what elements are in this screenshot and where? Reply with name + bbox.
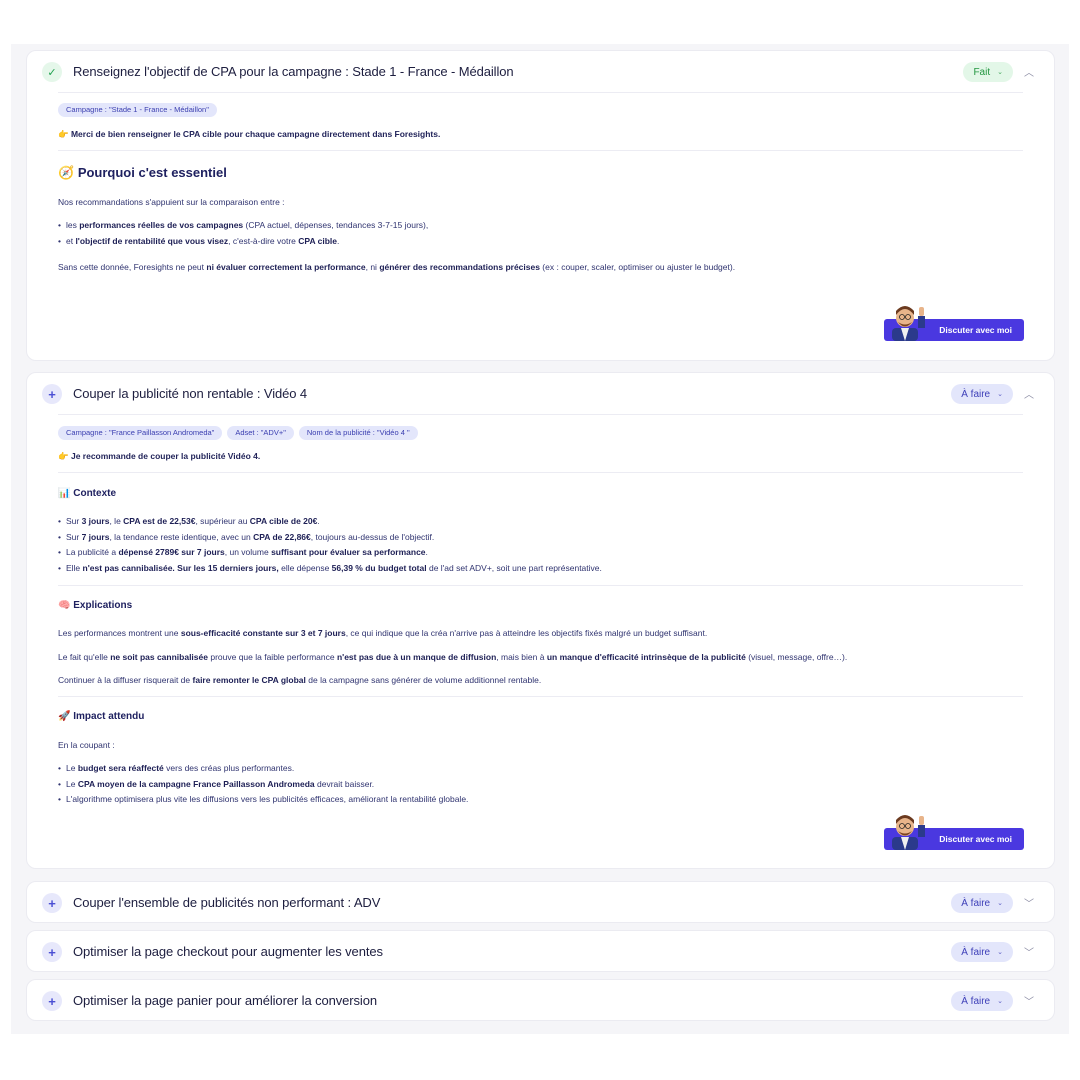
recommendation-card-cart[interactable]: + Optimiser la page panier pour améliore… (26, 979, 1055, 1021)
status-label: À faire (961, 995, 991, 1007)
brain-icon: 🧠 (58, 600, 71, 611)
assistant-avatar-icon (892, 815, 925, 850)
divider (58, 92, 1023, 93)
rocket-icon: 🚀 (58, 711, 71, 722)
collapse-caret-icon[interactable]: ︿ (1024, 64, 1034, 79)
ad-name-tag: Nom de la publicité : "Vidéo 4 " (298, 426, 418, 440)
divider (58, 472, 1023, 473)
plus-icon[interactable]: + (42, 991, 62, 1011)
section-heading: 🧭 Pourquoi c'est essentiel (58, 165, 227, 180)
chevron-down-icon: ⌄ (997, 900, 1003, 907)
expand-caret-icon[interactable]: ﹀ (1024, 895, 1034, 910)
intro-text: En la coupant : (58, 740, 115, 750)
card-title: Optimiser la page panier pour améliorer … (73, 993, 377, 1008)
list-item: Elle n'est pas cannibalisée. Sur les 15 … (58, 563, 602, 573)
card-header[interactable]: + Couper l'ensemble de publicités non pe… (27, 882, 1054, 924)
status-dropdown[interactable]: À faire ⌄ (951, 893, 1013, 913)
pointing-hand-icon: 👉 (58, 451, 69, 461)
chevron-down-icon: ⌄ (997, 998, 1003, 1005)
recommendation-card-cut-adset[interactable]: + Couper l'ensemble de publicités non pe… (26, 881, 1055, 923)
divider (58, 696, 1023, 697)
card-title: Optimiser la page checkout pour augmente… (73, 944, 383, 959)
divider (58, 150, 1023, 151)
campaign-tag: Campagne : "Stade 1 - France - Médaillon… (58, 103, 217, 117)
section-heading-contexte: 📊 Contexte (58, 488, 117, 499)
chat-button-label: Discuter avec moi (939, 325, 1012, 335)
list-item: Le budget sera réaffecté vers des créas … (58, 763, 294, 773)
intro-text: Nos recommandations s'appuient sur la co… (58, 197, 285, 207)
collapse-caret-icon[interactable]: ︿ (1024, 386, 1034, 401)
recommendation-card-cut-video4: + Couper la publicité non rentable : Vid… (26, 372, 1055, 869)
bar-chart-icon: 📊 (58, 488, 71, 499)
list-item: Sur 3 jours, le CPA est de 22,53€, supér… (58, 516, 320, 526)
chevron-down-icon: ⌄ (997, 391, 1003, 398)
compass-icon: 🧭 (58, 165, 75, 180)
lead-line: 👉 Merci de bien renseigner le CPA cible … (58, 129, 441, 139)
list-item: La publicité a dépensé 2789€ sur 7 jours… (58, 547, 428, 557)
chat-button-label: Discuter avec moi (939, 834, 1012, 844)
plus-icon[interactable]: + (42, 942, 62, 962)
adset-tag: Adset : "ADV+" (227, 426, 294, 440)
card-header[interactable]: + Optimiser la page panier pour améliore… (27, 980, 1054, 1022)
outro-text: Sans cette donnée, Foresights ne peut ni… (58, 262, 736, 272)
card-header[interactable]: + Optimiser la page checkout pour augmen… (27, 931, 1054, 973)
expand-caret-icon[interactable]: ﹀ (1024, 944, 1034, 959)
recommendation-card-checkout[interactable]: + Optimiser la page checkout pour augmen… (26, 930, 1055, 972)
plus-icon[interactable]: + (42, 384, 62, 404)
chat-button[interactable]: Discuter avec moi (884, 815, 1024, 850)
card-title: Couper la publicité non rentable : Vidéo… (73, 386, 308, 401)
paragraph: Les performances montrent une sous-effic… (58, 628, 708, 638)
assistant-avatar-icon (892, 306, 925, 341)
status-label: À faire (961, 388, 991, 400)
status-dropdown[interactable]: Fait ⌄ (963, 62, 1013, 82)
status-dropdown[interactable]: À faire ⌄ (951, 991, 1013, 1011)
pointing-hand-icon: 👉 (58, 129, 69, 139)
status-dropdown[interactable]: À faire ⌄ (951, 384, 1013, 404)
divider (58, 585, 1023, 586)
divider (58, 414, 1023, 415)
card-header[interactable]: + Couper la publicité non rentable : Vid… (27, 373, 1054, 415)
section-heading-impact: 🚀 Impact attendu (58, 711, 145, 722)
status-label: Fait (973, 66, 991, 78)
chat-button[interactable]: Discuter avec moi (884, 306, 1024, 341)
chevron-down-icon: ⌄ (997, 949, 1003, 956)
status-dropdown[interactable]: À faire ⌄ (951, 942, 1013, 962)
lead-line: 👉 Je recommande de couper la publicité V… (58, 451, 261, 461)
list-item: Sur 7 jours, la tendance reste identique… (58, 532, 434, 542)
status-label: À faire (961, 946, 991, 958)
list-item: L'algorithme optimisera plus vite les di… (58, 794, 468, 804)
section-heading-explications: 🧠 Explications (58, 600, 133, 611)
expand-caret-icon[interactable]: ﹀ (1024, 993, 1034, 1008)
list-item: Le CPA moyen de la campagne France Paill… (58, 779, 374, 789)
paragraph: Continuer à la diffuser risquerait de fa… (58, 675, 542, 685)
campaign-tag: Campagne : "France Paillasson Andromeda" (58, 426, 223, 440)
card-title: Couper l'ensemble de publicités non perf… (73, 895, 381, 910)
paragraph: Le fait qu'elle ne soit pas cannibalisée… (58, 652, 848, 662)
check-icon[interactable]: ✓ (42, 62, 62, 82)
card-header[interactable]: ✓ Renseignez l'objectif de CPA pour la c… (27, 51, 1054, 93)
card-title: Renseignez l'objectif de CPA pour la cam… (73, 64, 514, 79)
list-item: et l'objectif de rentabilité que vous vi… (58, 236, 339, 246)
status-label: À faire (961, 897, 991, 909)
recommendation-card-cpa-objective: ✓ Renseignez l'objectif de CPA pour la c… (26, 50, 1055, 361)
list-item: les performances réelles de vos campagne… (58, 220, 428, 230)
chevron-down-icon: ⌄ (997, 69, 1003, 76)
plus-icon[interactable]: + (42, 893, 62, 913)
